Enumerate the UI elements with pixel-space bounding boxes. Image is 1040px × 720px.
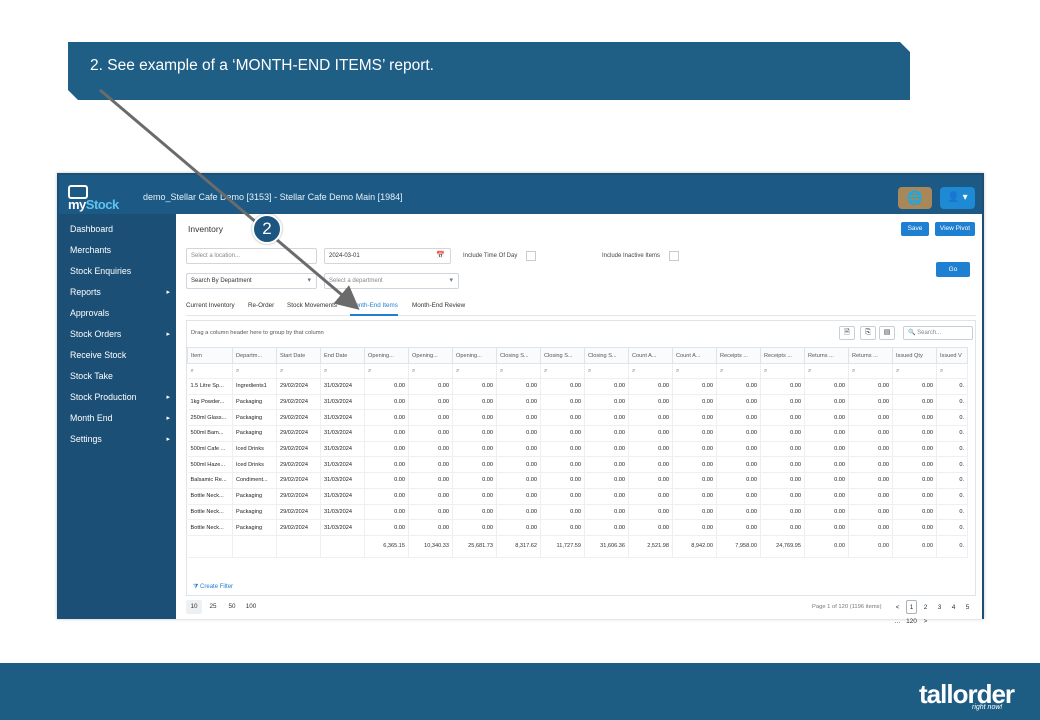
annotation-arrow bbox=[99, 88, 360, 310]
slide: 2. See example of a ‘MONTH-END ITEMS’ re… bbox=[0, 0, 1040, 720]
footer-bar: tallorder right now! bbox=[0, 663, 1040, 720]
step-number-badge: 2 bbox=[252, 214, 282, 244]
tallorder-tagline: right now! bbox=[972, 704, 1003, 711]
